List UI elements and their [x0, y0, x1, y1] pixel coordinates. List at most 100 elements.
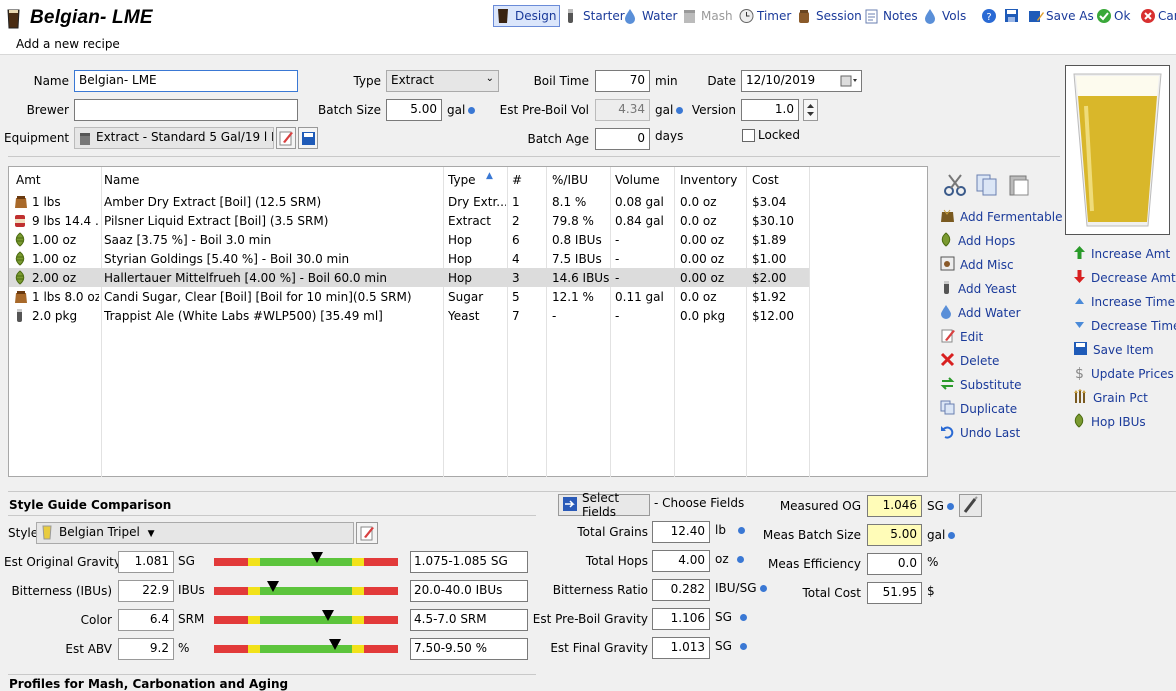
paste-icon[interactable]: [1007, 173, 1031, 200]
style-gauge-marker: [322, 610, 334, 621]
style-row-value: 1.081: [118, 551, 174, 573]
copy-icon[interactable]: [975, 173, 999, 200]
water-button[interactable]: Water: [624, 5, 677, 27]
unit-dot-icon[interactable]: [736, 556, 744, 563]
add-water-button[interactable]: Add Water: [940, 304, 1021, 322]
row-cost: $1.89: [752, 232, 787, 247]
delete-button[interactable]: Delete: [940, 352, 999, 370]
save-as-button[interactable]: Save As: [1028, 5, 1094, 27]
meas-batch-size-input[interactable]: 5.00: [867, 524, 922, 546]
session-button[interactable]: Session: [798, 5, 862, 27]
decrease-time-button[interactable]: Decrease Time: [1073, 317, 1176, 335]
edit-button[interactable]: Edit: [940, 328, 983, 346]
mash-button[interactable]: Mash: [683, 5, 733, 27]
final-gravity-unit: SG: [715, 639, 747, 653]
design-button[interactable]: Design: [493, 5, 561, 27]
row-name: Trappist Ale (White Labs #WLP500) [35.49…: [104, 308, 383, 323]
style-gauge-bar: [214, 645, 398, 653]
edit-equipment-button[interactable]: [276, 127, 296, 149]
type-select[interactable]: Extract ⌄: [386, 70, 499, 92]
decrease-amt-button[interactable]: Decrease Amt: [1073, 269, 1176, 287]
style-row-label: Bitterness (IBUs): [11, 584, 112, 598]
column-header-inventory[interactable]: Inventory: [680, 173, 737, 187]
cut-icon[interactable]: [943, 173, 967, 200]
dollar-icon: $: [1073, 365, 1086, 383]
hop-ibus-button[interactable]: Hop IBUs: [1073, 413, 1146, 431]
unit-dot-icon[interactable]: [737, 527, 745, 534]
add-misc-button[interactable]: Add Misc: [940, 256, 1014, 274]
total-grains-unit: lb: [715, 523, 745, 537]
save-equipment-button[interactable]: [298, 127, 318, 149]
batch-size-input[interactable]: 5.00: [386, 99, 442, 121]
hop-icon: [940, 232, 953, 250]
table-row[interactable]: 1.00 oz Saaz [3.75 %] - Boil 3.0 min Hop 6 0…: [9, 230, 809, 249]
hydrometer-button[interactable]: [959, 494, 982, 517]
help-button[interactable]: ?: [981, 5, 996, 27]
grain-pct-button[interactable]: Grain Pct: [1073, 389, 1148, 407]
notes-button[interactable]: Notes: [865, 5, 918, 27]
unit-dot-icon[interactable]: [946, 503, 954, 510]
increase-amt-button[interactable]: Increase Amt: [1073, 245, 1170, 263]
hydrometer-icon: [963, 496, 978, 513]
equipment-select[interactable]: Extract - Standard 5 Gal/19 l Batch: [74, 127, 274, 149]
style-gauge-marker: [311, 552, 323, 563]
brewer-input[interactable]: [74, 99, 298, 121]
table-row[interactable]: 2.00 oz Hallertauer Mittelfrueh [4.00 %] …: [9, 268, 809, 287]
table-row[interactable]: 1 lbs 8.0 oz Candi Sugar, Clear [Boil] [B…: [9, 287, 809, 306]
version-stepper[interactable]: [803, 99, 818, 121]
unit-dot-icon[interactable]: [468, 107, 476, 114]
table-row[interactable]: 1 lbs Amber Dry Extract [Boil] (12.5 SRM)…: [9, 192, 809, 211]
ingredient-grid[interactable]: Amt Name Type ▲ # %/IBU Volume Inventory…: [8, 166, 928, 477]
timer-button[interactable]: Timer: [739, 5, 791, 27]
column-header-volume[interactable]: Volume: [615, 173, 660, 187]
select-fields-button[interactable]: Select Fields: [558, 491, 650, 519]
row-cost: $12.00: [752, 308, 794, 323]
column-header-name[interactable]: Name: [104, 173, 139, 187]
table-row[interactable]: 1.00 oz Styrian Goldings [5.40 %] - Boil …: [9, 249, 809, 268]
boil-time-input[interactable]: 70: [595, 70, 650, 92]
column-header-type[interactable]: Type: [448, 173, 476, 187]
version-input[interactable]: 1.0: [741, 99, 799, 121]
unit-dot-icon[interactable]: [739, 643, 747, 650]
add-yeast-button[interactable]: Add Yeast: [940, 280, 1016, 298]
style-select[interactable]: Belgian Tripel ▼: [36, 522, 354, 544]
measured-og-input[interactable]: 1.046: [867, 495, 922, 517]
edit-style-button[interactable]: [356, 522, 378, 544]
row-cost: $1.00: [752, 251, 787, 266]
table-row[interactable]: 9 lbs 14.4 ... Pilsner Liquid Extract [Bo…: [9, 211, 809, 230]
table-row[interactable]: 2.0 pkg Trappist Ale (White Labs #WLP500)…: [9, 306, 809, 325]
column-header-num[interactable]: #: [512, 173, 522, 187]
calendar-icon[interactable]: [840, 74, 858, 91]
locked-checkbox[interactable]: [742, 129, 755, 142]
vols-button[interactable]: Vols: [924, 5, 966, 27]
save-item-button[interactable]: Save Item: [1073, 341, 1154, 359]
mash-tun-icon: [79, 131, 91, 148]
floppy-disk-icon: [1073, 341, 1088, 359]
unit-dot-icon[interactable]: [739, 614, 747, 621]
pre-boil-gravity-label: Est Pre-Boil Gravity: [532, 612, 648, 626]
row-inventory: 0.0 oz: [680, 213, 717, 228]
name-input[interactable]: Belgian- LME: [74, 70, 298, 92]
ok-button[interactable]: Ok: [1096, 5, 1130, 27]
duplicate-button[interactable]: Duplicate: [940, 400, 1017, 418]
column-header-amt[interactable]: Amt: [16, 173, 41, 187]
add-hops-button[interactable]: Add Hops: [940, 232, 1015, 250]
save-button[interactable]: [1004, 5, 1018, 27]
column-header-cost[interactable]: Cost: [752, 173, 779, 187]
add-fermentable-button[interactable]: Add Fermentable: [940, 208, 1062, 226]
substitute-button[interactable]: Substitute: [940, 376, 1022, 394]
total-grains-value: 12.40: [652, 521, 710, 543]
meas-efficiency-input[interactable]: 0.0: [867, 553, 922, 575]
cancel-button[interactable]: Can: [1140, 5, 1176, 27]
date-picker[interactable]: 12/10/2019: [741, 70, 862, 92]
style-row-unit: IBUs: [178, 583, 205, 597]
undo-last-button[interactable]: Undo Last: [940, 424, 1020, 442]
checkmark-icon: [1096, 8, 1111, 24]
unit-dot-icon[interactable]: [676, 107, 684, 114]
increase-time-button[interactable]: Increase Time: [1073, 293, 1175, 311]
unit-dot-icon[interactable]: [948, 532, 956, 539]
update-prices-button[interactable]: $ Update Prices: [1073, 365, 1174, 383]
column-header-ibu[interactable]: %/IBU: [552, 173, 588, 187]
starter-button[interactable]: Starter: [565, 5, 625, 27]
batch-age-input[interactable]: 0: [595, 128, 650, 150]
